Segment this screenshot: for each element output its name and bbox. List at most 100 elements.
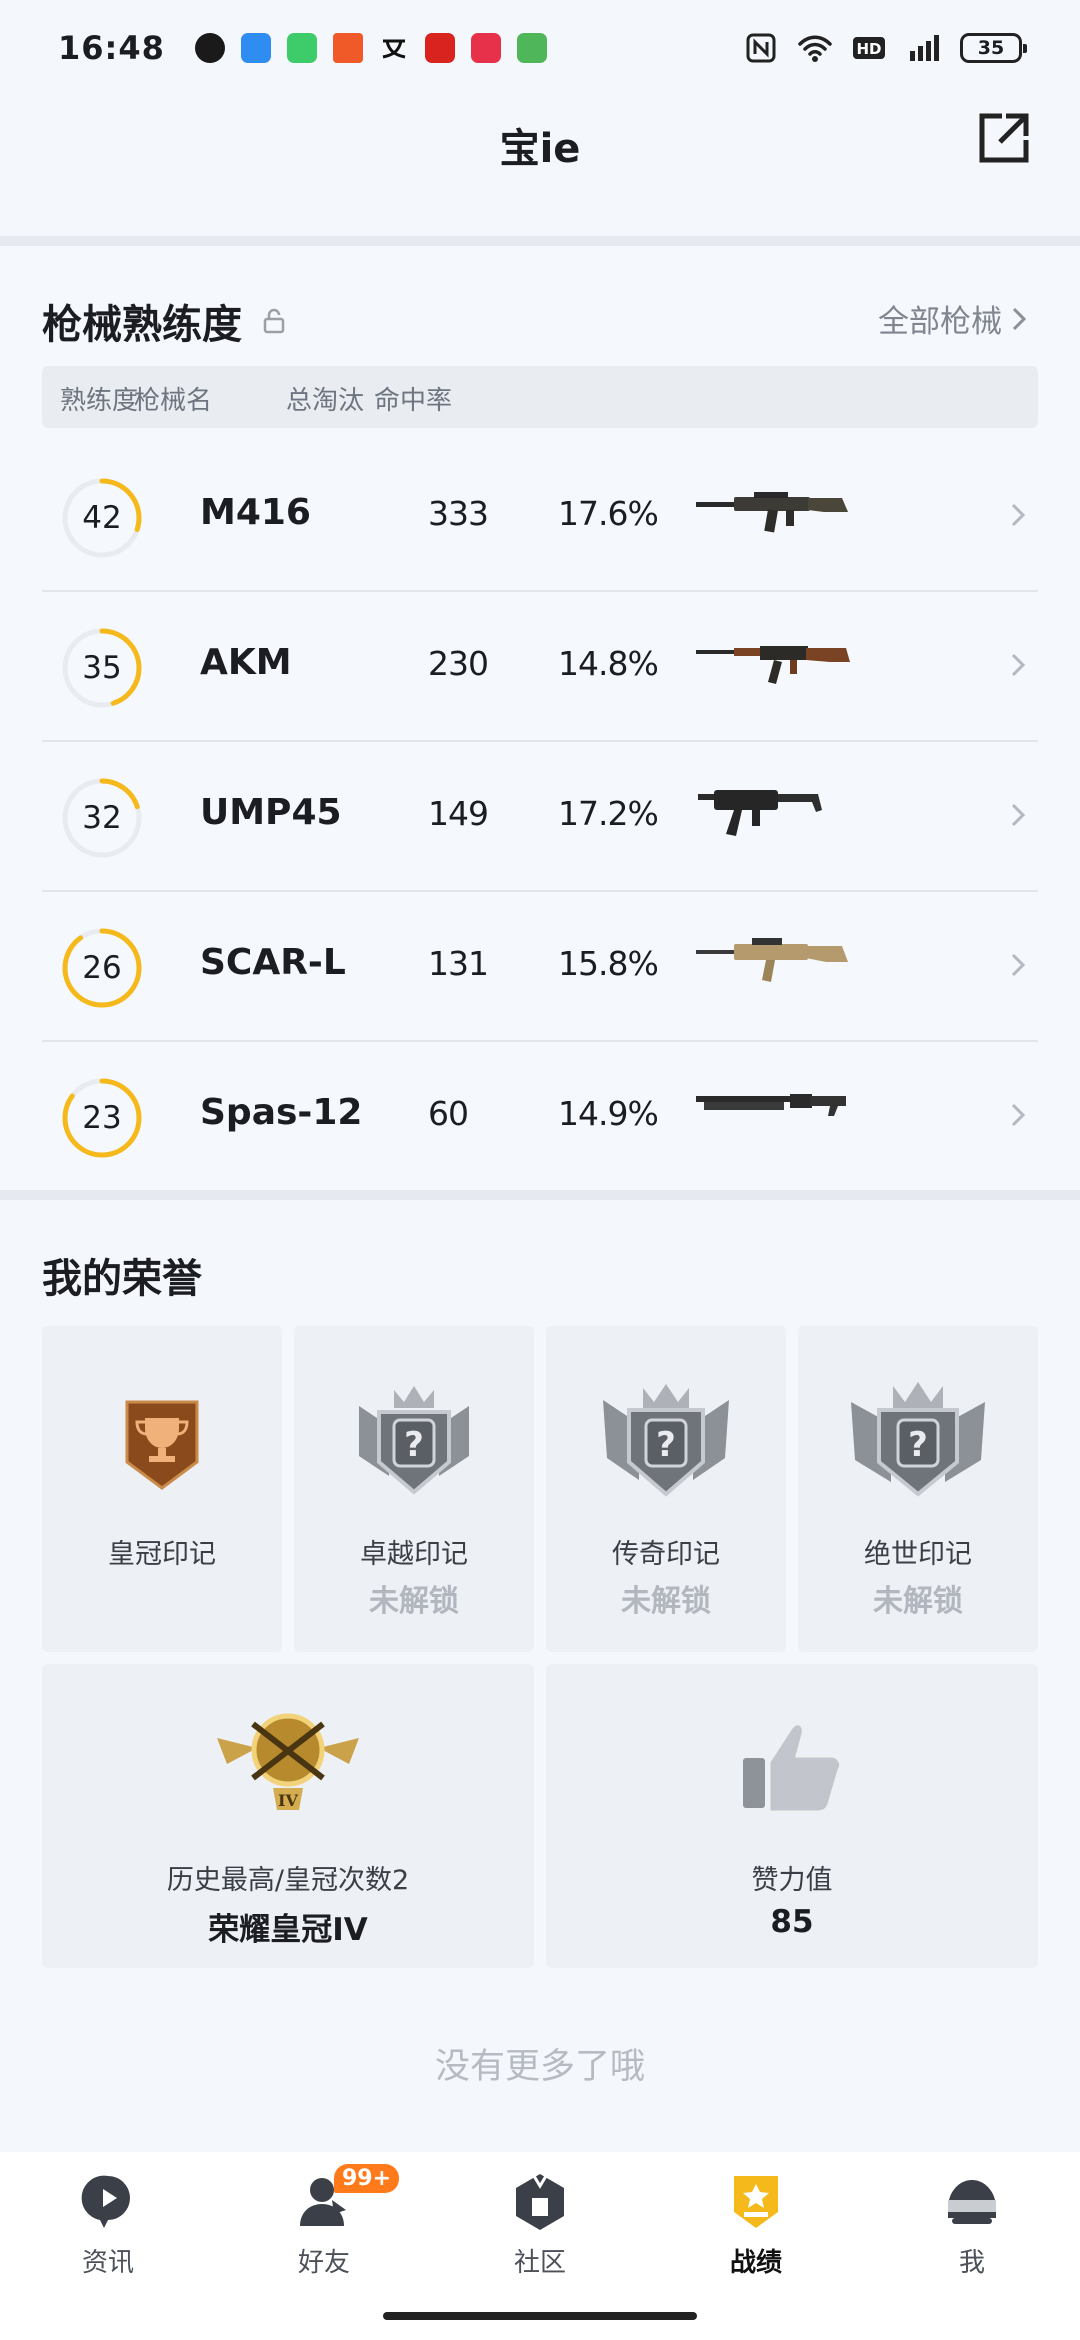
locked-mark-icon: ? (851, 1382, 985, 1497)
column-proficiency: 熟练度 (60, 386, 139, 416)
home-indicator[interactable] (383, 2312, 697, 2320)
svg-text:?: ? (404, 1425, 424, 1465)
locked-mark-icon: ? (359, 1386, 469, 1495)
page-title: 宝ie (499, 126, 581, 172)
weapon-row[interactable]: 32 UMP45 149 17.2% (42, 742, 1038, 892)
honor-card-crown-mark[interactable]: 皇冠印记 (42, 1326, 282, 1652)
wifi-icon (798, 35, 832, 62)
svg-text:?: ? (656, 1425, 676, 1465)
rank-crown-badge-icon: IV (217, 1713, 359, 1810)
honor-status: 未解锁 (873, 1584, 963, 1619)
m416-rifle-image (696, 492, 848, 533)
weapon-kills: 60 (428, 1094, 469, 1133)
weapon-kills: 333 (428, 494, 489, 533)
weapon-row[interactable]: 35 AKM 230 14.8% (42, 592, 1038, 742)
proficiency-level: 32 (82, 800, 122, 836)
weapon-hit-rate: 17.2% (558, 794, 659, 833)
weapon-name: SCAR-L (200, 942, 346, 983)
status-time: 16:48 (58, 29, 165, 67)
battery-level: 35 (977, 37, 1005, 59)
trophy-badge-icon (125, 1400, 199, 1490)
honor-card-legend-mark[interactable]: ? 传奇印记 未解锁 (546, 1326, 786, 1652)
svg-text:IV: IV (278, 1791, 298, 1810)
proficiency-ring: 35 (60, 626, 144, 710)
messages-app-icon (286, 33, 317, 63)
weapon-hit-rate: 17.6% (558, 494, 659, 533)
rank-history-label: 历史最高/皇冠次数2 (166, 1865, 410, 1896)
signal-4g-icon (910, 35, 939, 61)
helmet-profile-icon (948, 2180, 996, 2224)
records-badge-icon (734, 2176, 778, 2228)
nav-label: 资讯 (81, 2248, 134, 2278)
end-of-list-text: 没有更多了哦 (434, 2047, 645, 2087)
news-play-icon (81, 2175, 130, 2228)
honor-label: 绝世印记 (864, 1539, 972, 1570)
chevron-right-icon (1011, 803, 1026, 827)
weapon-hit-rate: 15.8% (558, 944, 659, 983)
nav-label: 社区 (513, 2248, 566, 2278)
files-app-icon (240, 33, 271, 63)
music-app-icon (470, 33, 501, 63)
chevron-right-icon (1012, 307, 1027, 330)
nav-item-news[interactable]: 资讯 (0, 2170, 216, 2290)
honor-card-excellence-mark[interactable]: ? 卓越印记 未解锁 (294, 1326, 534, 1652)
honor-label: 皇冠印记 (108, 1539, 216, 1570)
weapon-table-header: 熟练度 枪械名 总淘汰 命中率 (42, 366, 1038, 428)
weapon-name: AKM (200, 642, 292, 683)
nav-item-community[interactable]: 社区 (432, 2170, 648, 2290)
section-divider (0, 1190, 1080, 1200)
system-icons: HD 35 (744, 33, 1027, 63)
proficiency-level: 35 (82, 650, 122, 686)
proficiency-ring: 26 (60, 926, 144, 1010)
nfc-icon (746, 33, 776, 63)
honor-label: 传奇印记 (612, 1539, 720, 1570)
thumbs-up-icon (743, 1722, 843, 1814)
weapon-proficiency-section: 枪械熟练度 全部枪械 熟练度 枪械名 总淘汰 命中率 42 M416 333 1… (0, 246, 1080, 1190)
likes-value: 85 (770, 1904, 814, 1940)
nav-label: 战绩 (729, 2248, 782, 2278)
honor-status: 未解锁 (369, 1584, 459, 1619)
chevron-right-icon (1011, 953, 1026, 977)
locked-mark-icon: ? (603, 1384, 729, 1497)
taobao-app-icon (332, 33, 363, 63)
akm-rifle-image (696, 646, 850, 684)
svg-text:?: ? (908, 1425, 928, 1465)
community-icon (516, 2174, 564, 2230)
weapon-row[interactable]: 23 Spas-12 60 14.9% (42, 1042, 1038, 1192)
hd-icon: HD (853, 37, 885, 59)
likes-card[interactable]: 赞力值 85 (546, 1664, 1038, 1968)
all-weapons-link[interactable]: 全部枪械 (878, 296, 1028, 341)
proficiency-ring: 23 (60, 1076, 144, 1160)
highest-rank-card[interactable]: IV 历史最高/皇冠次数2 荣耀皇冠IV (42, 1664, 534, 1968)
scar-l-rifle-image (696, 938, 848, 982)
lock-icon[interactable] (262, 308, 286, 334)
weapon-hit-rate: 14.9% (558, 1094, 659, 1133)
weapon-row[interactable]: 26 SCAR-L 131 15.8% (42, 892, 1038, 1042)
friends-badge: 99+ (334, 2164, 400, 2193)
ump45-smg-image (698, 790, 822, 836)
weapon-kills: 149 (428, 794, 489, 833)
battery-icon: 35 (960, 33, 1027, 63)
alipay-app-icon (379, 33, 409, 63)
nav-item-me[interactable]: 我 (864, 2170, 1080, 2290)
weapon-kills: 131 (428, 944, 489, 983)
nav-item-records[interactable]: 战绩 (648, 2170, 864, 2290)
proficiency-level: 42 (82, 500, 122, 536)
nav-label: 我 (958, 2248, 985, 2278)
weapon-name: M416 (200, 492, 311, 533)
likes-label: 赞力值 (751, 1865, 833, 1896)
share-icon[interactable] (974, 108, 1034, 168)
shield-app-icon (194, 33, 225, 63)
honors-section-title: 我的荣誉 (42, 1256, 202, 1302)
honor-card-peerless-mark[interactable]: ? 绝世印记 未解锁 (798, 1326, 1038, 1652)
section-divider (0, 236, 1080, 246)
weapon-row[interactable]: 42 M416 333 17.6% (42, 442, 1038, 592)
spas-12-shotgun-image (696, 1094, 846, 1116)
nav-item-friends[interactable]: 99+ 好友 (216, 2164, 432, 2290)
chevron-right-icon (1011, 503, 1026, 527)
weapon-name: Spas-12 (200, 1092, 363, 1133)
weapon-section-label: 枪械熟练度 (42, 302, 242, 348)
news-app-icon (424, 33, 455, 63)
rank-value: 荣耀皇冠IV (208, 1912, 368, 1948)
all-weapons-label: 全部枪械 (878, 304, 1002, 340)
